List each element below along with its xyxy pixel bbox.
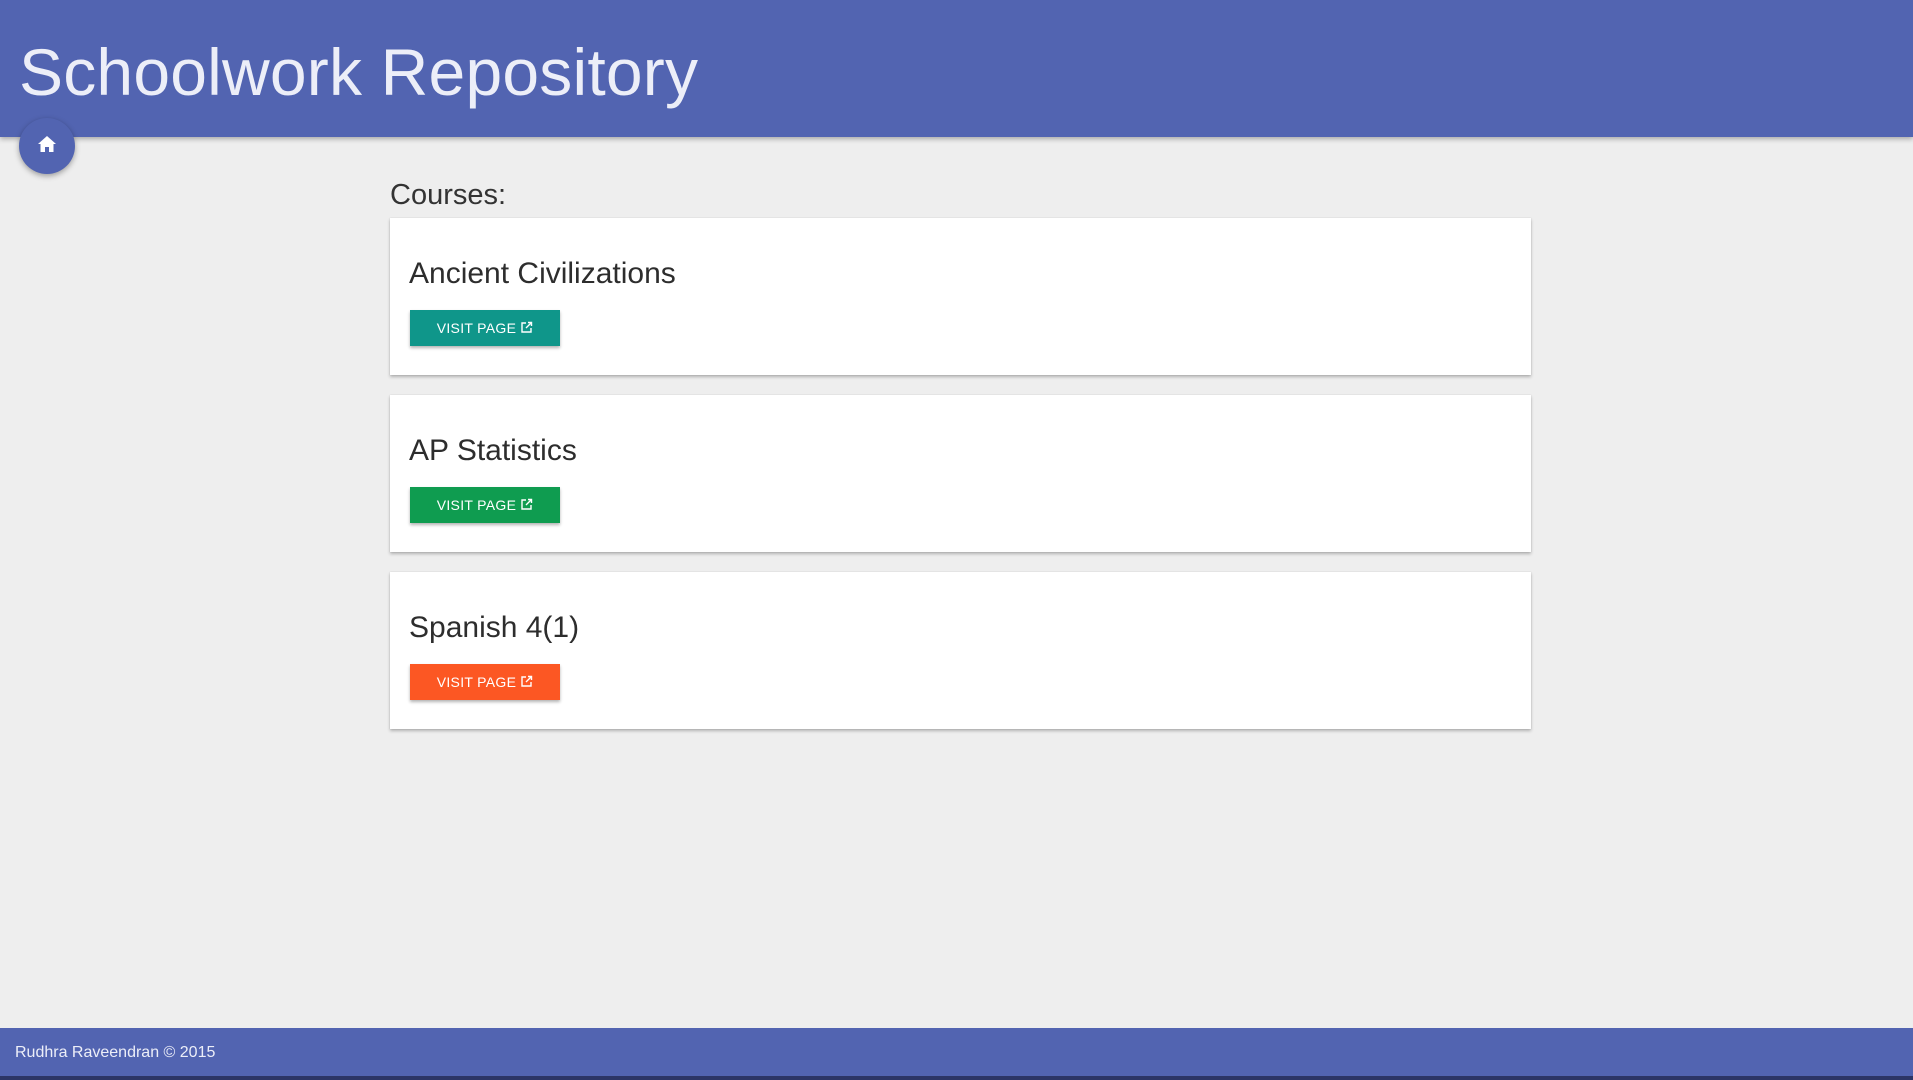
course-title: AP Statistics (409, 434, 577, 467)
course-title: Ancient Civilizations (409, 257, 676, 290)
footer-copyright: Rudhra Raveendran © 2015 (15, 1044, 216, 1061)
visit-page-label: VISIT PAGE (436, 320, 517, 336)
app-header: Schoolwork Repository (0, 0, 1913, 137)
external-link-icon (520, 675, 533, 688)
visit-page-button[interactable]: VISIT PAGE (410, 664, 560, 700)
bottom-edge-bar (0, 1076, 1913, 1080)
visit-page-label: VISIT PAGE (436, 497, 517, 513)
home-icon (37, 135, 57, 158)
visit-page-button[interactable]: VISIT PAGE (410, 310, 560, 346)
visit-page-label: VISIT PAGE (436, 674, 517, 690)
home-button[interactable] (19, 118, 75, 174)
external-link-icon (520, 498, 533, 511)
course-card: Ancient Civilizations VISIT PAGE (390, 218, 1531, 375)
external-link-icon (520, 321, 533, 334)
page-title: Schoolwork Repository (19, 35, 699, 109)
courses-heading: Courses: (390, 179, 507, 211)
course-title: Spanish 4(1) (409, 611, 580, 644)
courses-section: Courses: Ancient Civilizations VISIT PAG… (390, 172, 1531, 749)
visit-page-button[interactable]: VISIT PAGE (410, 487, 560, 523)
page-footer: Rudhra Raveendran © 2015 (0, 1028, 1913, 1080)
course-card: Spanish 4(1) VISIT PAGE (390, 572, 1531, 729)
course-card: AP Statistics VISIT PAGE (390, 395, 1531, 552)
